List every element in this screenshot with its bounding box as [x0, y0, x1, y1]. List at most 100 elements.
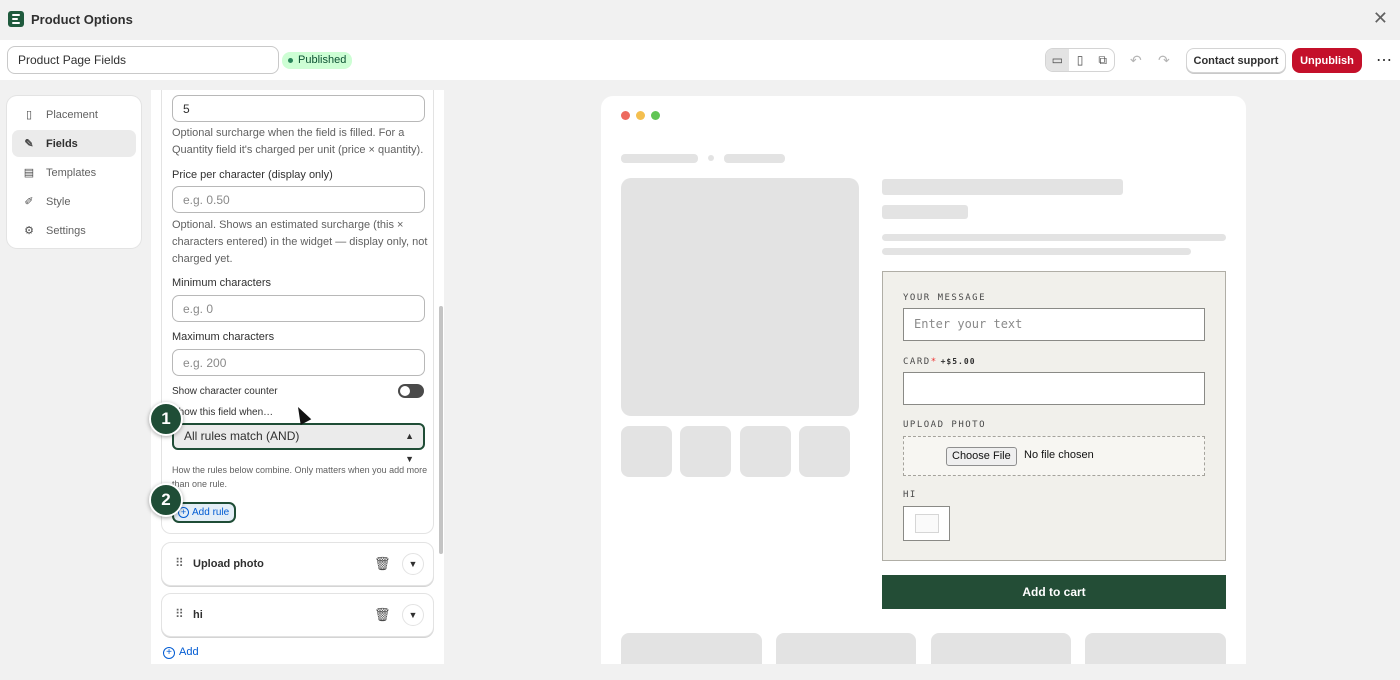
sidebar-item-label: Placement	[46, 108, 98, 121]
desktop-icon[interactable]: ▭	[1046, 49, 1069, 71]
title-skeleton	[882, 179, 1123, 195]
product-image-skeleton	[621, 178, 859, 416]
upload-field-label: UPLOAD PHOTO	[903, 420, 987, 430]
field-row-upload-photo[interactable]: ⠿ Upload photo 🗑 ▼	[161, 542, 434, 586]
chevron-down-icon[interactable]: ▼	[402, 604, 424, 626]
window-dot-green	[651, 111, 660, 120]
field-card-card: Optional surcharge when the field is fil…	[161, 90, 434, 534]
product-card-skeleton	[931, 633, 1071, 664]
field-row-name: hi	[193, 609, 203, 621]
text-skeleton	[882, 248, 1191, 255]
add-rule-label: Add rule	[192, 507, 230, 518]
status-badge: Published	[282, 52, 353, 69]
trash-icon[interactable]: 🗑	[374, 556, 391, 572]
sidebar-item-fields[interactable]: ✎ Fields	[12, 130, 136, 157]
thumbnail-skeleton	[680, 426, 731, 477]
gear-icon: ⚙	[24, 225, 34, 237]
breadcrumb-skeleton	[724, 154, 785, 163]
redo-icon[interactable]: ↷	[1158, 52, 1170, 69]
condition-help: How the rules below combine. Only matter…	[172, 465, 428, 489]
app-logo-icon	[8, 11, 24, 27]
max-chars-input[interactable]	[172, 349, 425, 376]
plus-circle-icon: +	[163, 647, 175, 659]
choose-file-button[interactable]: Choose File	[946, 447, 1017, 466]
min-chars-input[interactable]	[172, 295, 425, 322]
brush-icon: ✐	[24, 196, 34, 208]
card-input[interactable]	[903, 372, 1205, 405]
add-field-label: Add	[179, 646, 199, 658]
field-row-hi[interactable]: ⠿ hi 🗑 ▼	[161, 593, 434, 637]
trash-icon[interactable]: 🗑	[374, 607, 391, 623]
sidebar-item-label: Fields	[46, 137, 78, 150]
required-marker: *	[930, 357, 938, 367]
sidebar-item-style[interactable]: ✐ Style	[12, 188, 136, 215]
step-marker-2: 2	[149, 483, 183, 517]
editor-toolbar: Published ▭ ▯ ⧉ ↶ ↷ Contact support Unpu…	[0, 40, 1400, 80]
breadcrumb-skeleton	[708, 155, 714, 161]
card-field-label: CARD* +$5.00	[903, 357, 976, 367]
unpublish-button[interactable]: Unpublish	[1292, 48, 1362, 73]
text-skeleton	[882, 234, 1226, 241]
file-upload-zone[interactable]: Choose File No file chosen	[903, 436, 1205, 476]
surcharge-input[interactable]	[172, 95, 425, 122]
message-input[interactable]: Enter your text	[903, 308, 1205, 341]
more-actions-icon[interactable]: ⋯	[1376, 50, 1393, 70]
chevron-down-icon[interactable]: ▼	[402, 553, 424, 575]
field-row-name: Upload photo	[193, 558, 264, 570]
sidebar-item-label: Templates	[46, 166, 97, 179]
app-title: Product Options	[31, 12, 133, 27]
product-options-widget: YOUR MESSAGE Enter your text CARD* +$5.00…	[882, 271, 1226, 561]
step-marker-1: 1	[149, 402, 183, 436]
char-counter-label: Show character counter	[172, 386, 278, 397]
max-chars-label: Maximum characters	[172, 331, 275, 343]
thumbnail-skeleton	[740, 426, 791, 477]
message-field-label: YOUR MESSAGE	[903, 293, 987, 303]
window-dot-yellow	[636, 111, 645, 120]
contact-support-button[interactable]: Contact support	[1186, 48, 1286, 73]
product-card-skeleton	[1085, 633, 1226, 664]
hi-image-thumbnail[interactable]	[903, 506, 950, 541]
sidebar-item-templates[interactable]: ▤ Templates	[12, 159, 136, 186]
card-price: +$5.00	[940, 357, 976, 366]
condition-mode-value: All rules match (AND)	[184, 429, 300, 443]
mobile-icon[interactable]: ▯	[1069, 49, 1092, 71]
price-per-char-label: Price per character (display only)	[172, 169, 333, 181]
storefront-preview: YOUR MESSAGE Enter your text CARD* +$5.00…	[601, 96, 1246, 664]
drag-handle-icon[interactable]: ⠿	[175, 556, 184, 570]
drag-handle-icon[interactable]: ⠿	[175, 607, 184, 621]
close-icon[interactable]: ✕	[1373, 8, 1388, 29]
document-icon: ▯	[25, 109, 33, 121]
condition-mode-select[interactable]: All rules match (AND) ▲ ▼	[172, 423, 425, 464]
title-bar: Product Options ✕	[0, 0, 1400, 40]
sidebar-nav: ▯ Placement ✎ Fields ▤ Templates ✐ Style…	[7, 96, 141, 248]
edit-icon: ✎	[24, 138, 34, 150]
min-chars-label: Minimum characters	[172, 277, 272, 289]
config-name-input[interactable]	[7, 46, 279, 74]
fullscreen-icon[interactable]: ⧉	[1091, 49, 1114, 71]
panel-scrollbar[interactable]	[439, 306, 443, 554]
field-settings-panel: Optional surcharge when the field is fil…	[151, 90, 444, 664]
sidebar-item-label: Settings	[46, 224, 86, 237]
product-card-skeleton	[621, 633, 762, 664]
breadcrumb-skeleton	[621, 154, 698, 163]
no-file-text: No file chosen	[1024, 449, 1094, 461]
add-field-link[interactable]: + Add	[163, 646, 199, 659]
surcharge-help: Optional surcharge when the field is fil…	[172, 127, 424, 156]
template-icon: ▤	[23, 167, 35, 179]
char-counter-toggle[interactable]	[398, 384, 424, 398]
sidebar-item-label: Style	[46, 195, 71, 208]
sidebar-item-settings[interactable]: ⚙ Settings	[12, 217, 136, 244]
product-card-skeleton	[776, 633, 916, 664]
undo-icon[interactable]: ↶	[1130, 52, 1142, 69]
price-per-char-help: Optional. Shows an estimated surcharge (…	[172, 219, 428, 265]
price-per-char-input[interactable]	[172, 186, 425, 213]
hi-field-label: HI	[903, 490, 917, 500]
card-label-text: CARD	[903, 357, 931, 367]
window-dot-red	[621, 111, 630, 120]
thumbnail-skeleton	[799, 426, 850, 477]
price-skeleton	[882, 205, 968, 219]
sidebar-item-placement[interactable]: ▯ Placement	[12, 101, 136, 128]
thumbnail-skeleton	[621, 426, 672, 477]
condition-label: Show this field when…	[172, 407, 274, 418]
add-to-cart-button[interactable]: Add to cart	[882, 575, 1226, 609]
